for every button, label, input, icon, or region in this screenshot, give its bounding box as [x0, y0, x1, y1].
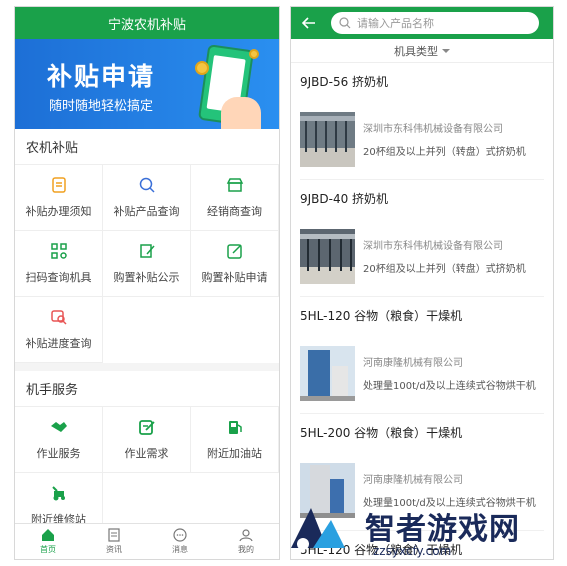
menu-label: 作业需求 — [124, 447, 169, 460]
product-item[interactable]: 9JBD-56 挤奶机 深圳市东科伟机械设备有限公司 20杯组及以上并列（转盘）… — [291, 63, 553, 180]
product-desc: 20杯组及以上并列（转盘）式挤奶机 — [363, 264, 526, 275]
product-desc: 处理量100t/d及以上连续式谷物烘干机 — [363, 381, 536, 392]
menu-progress-query[interactable]: 补贴进度查询 — [15, 297, 103, 363]
coin-icon — [195, 61, 209, 75]
message-icon — [173, 528, 187, 542]
user-icon — [239, 529, 253, 542]
product-company: 河南康隆机械有限公司 — [363, 358, 463, 369]
search-input[interactable]: 请输入产品名称 — [331, 12, 539, 34]
product-company: 深圳市东科伟机械设备有限公司 — [363, 124, 503, 135]
tab-home[interactable]: 首页 — [15, 524, 81, 559]
tab-label: 我的 — [238, 545, 254, 554]
search-icon — [339, 17, 351, 29]
product-item[interactable]: 9JBD-40 挤奶机 深圳市东科伟机械设备有限公司 20杯组及以上并列（转盘）… — [291, 180, 553, 297]
request-edit-icon — [138, 420, 155, 435]
driver-service-section: 机手服务 作业服务 作业需求 附近加油站 附近维修站 — [15, 371, 279, 539]
product-image — [300, 228, 355, 284]
hand-illustration — [221, 97, 261, 129]
watermark: 智者游戏网 zzsyxcfy.com — [283, 500, 563, 560]
product-name: 5HL-200 谷物（粮食）干燥机 — [300, 425, 463, 440]
subsidy-grid: 补贴办理须知 补贴产品查询 经销商查询 扫码查询机具 购置补贴公示 购置补贴申请 — [15, 165, 279, 363]
menu-dealer-query[interactable]: 经销商查询 — [191, 165, 279, 231]
product-company: 深圳市东科伟机械设备有限公司 — [363, 241, 503, 252]
product-name: 9JBD-56 挤奶机 — [300, 74, 389, 89]
home-icon — [42, 529, 54, 541]
chevron-down-icon — [442, 48, 450, 53]
product-image — [300, 345, 355, 401]
qr-code-icon — [50, 243, 67, 259]
repair-icon — [51, 486, 65, 501]
tab-label: 消息 — [172, 545, 188, 554]
product-desc: 20杯组及以上并列（转盘）式挤奶机 — [363, 147, 526, 158]
product-search-icon — [139, 177, 155, 193]
section-title: 机手服务 — [15, 371, 279, 407]
product-company: 河南康隆机械有限公司 — [363, 475, 463, 486]
divider — [15, 363, 279, 371]
menu-product-query[interactable]: 补贴产品查询 — [103, 165, 191, 231]
store-icon — [226, 178, 243, 192]
menu-subsidy-notice[interactable]: 补贴办理须知 — [15, 165, 103, 231]
filter-label: 机具类型 — [394, 44, 438, 58]
banner-subtitle: 随时随地轻松搞定 — [49, 99, 154, 114]
product-list-screen: 请输入产品名称 机具类型 9JBD-56 挤奶机 深圳市东科伟机械设备有限公司 … — [290, 6, 554, 560]
menu-label: 经销商查询 — [207, 205, 262, 218]
bottom-tab-bar: 首页 资讯 消息 我的 — [15, 523, 279, 559]
subsidy-section: 农机补贴 补贴办理须知 补贴产品查询 经销商查询 扫码查询机具 购置补贴公示 购… — [15, 129, 279, 363]
search-placeholder: 请输入产品名称 — [357, 17, 434, 30]
watermark-url: zzsyxcfy.com — [373, 544, 452, 558]
banner-title: 补贴申请 — [47, 62, 156, 91]
menu-label: 扫码查询机具 — [25, 271, 92, 284]
subsidy-banner[interactable]: 补贴申请 随时随地轻松搞定 — [15, 39, 279, 129]
menu-label: 补贴产品查询 — [113, 205, 180, 218]
menu-label: 作业服务 — [36, 447, 81, 460]
product-image — [300, 111, 355, 167]
watermark-text: 智者游戏网 — [365, 512, 520, 547]
menu-label: 附近加油站 — [207, 447, 262, 460]
progress-search-icon — [50, 310, 67, 325]
gas-station-icon — [228, 421, 242, 434]
app-title-bar: 宁波农机补贴 — [15, 7, 279, 39]
coin-icon — [249, 49, 259, 59]
tab-messages[interactable]: 消息 — [147, 524, 213, 559]
publish-icon — [139, 244, 155, 258]
menu-gas-station[interactable]: 附近加油站 — [191, 407, 279, 473]
menu-label: 补贴进度查询 — [25, 337, 92, 350]
menu-subsidy-apply[interactable]: 购置补贴申请 — [191, 231, 279, 297]
home-screen: 宁波农机补贴 补贴申请 随时随地轻松搞定 农机补贴 补贴办理须知 补贴产品查询 … — [14, 6, 280, 560]
back-arrow-icon[interactable] — [299, 14, 317, 32]
product-name: 9JBD-40 挤奶机 — [300, 191, 389, 206]
menu-label: 补贴办理须知 — [25, 205, 92, 218]
watermark-logo-icon — [291, 508, 345, 550]
menu-scan-query[interactable]: 扫码查询机具 — [15, 231, 103, 297]
menu-work-request[interactable]: 作业需求 — [103, 407, 191, 473]
tab-mine[interactable]: 我的 — [213, 524, 279, 559]
menu-label: 购置补贴申请 — [201, 271, 268, 284]
app-title: 宁波农机补贴 — [107, 17, 186, 33]
menu-subsidy-publish[interactable]: 购置补贴公示 — [103, 231, 191, 297]
product-name: 5HL-120 谷物（粮食）干燥机 — [300, 308, 463, 323]
tab-news[interactable]: 资讯 — [81, 524, 147, 559]
tab-label: 首页 — [40, 545, 56, 554]
search-header: 请输入产品名称 — [291, 7, 553, 39]
service-grid: 作业服务 作业需求 附近加油站 附近维修站 — [15, 407, 279, 539]
notice-icon — [51, 177, 66, 193]
menu-label: 购置补贴公示 — [113, 271, 180, 284]
handshake-icon — [50, 422, 67, 432]
machine-type-filter[interactable]: 机具类型 — [291, 39, 553, 63]
news-icon — [108, 528, 120, 542]
tab-label: 资讯 — [106, 545, 122, 554]
section-title: 农机补贴 — [15, 129, 279, 165]
menu-work-service[interactable]: 作业服务 — [15, 407, 103, 473]
apply-edit-icon — [226, 244, 242, 259]
product-item[interactable]: 5HL-120 谷物（粮食）干燥机 河南康隆机械有限公司 处理量100t/d及以… — [291, 297, 553, 414]
